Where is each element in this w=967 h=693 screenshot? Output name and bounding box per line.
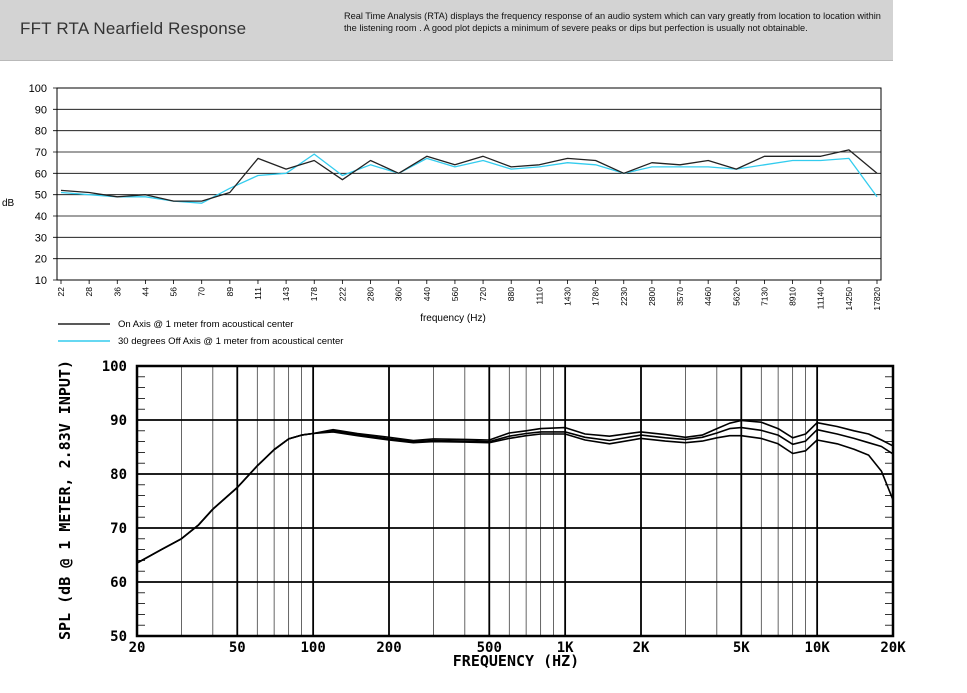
rta-x-tick-label: 44: [140, 287, 150, 297]
spl-x-tick-label: 10K: [804, 640, 830, 656]
spl-series-line-3: [136, 431, 894, 564]
spl-x-tick-label: 50: [229, 640, 246, 656]
rta-plot-frame: [56, 87, 882, 281]
legend-label-on-axis: On Axis @ 1 meter from acoustical center: [118, 319, 293, 330]
header-banner: FFT RTA Nearfield Response Real Time Ana…: [0, 0, 893, 61]
rta-x-tick-label: 14250: [844, 287, 854, 311]
spl-y-tick-label: 90: [110, 413, 127, 429]
rta-x-tick-label: 28: [84, 287, 94, 297]
rta-y-tick-label: 50: [35, 190, 47, 202]
header-description: Real Time Analysis (RTA) displays the fr…: [344, 11, 881, 33]
spl-series-line-2: [136, 426, 894, 564]
rta-x-tick-label: 560: [450, 287, 460, 301]
rta-x-tick-label: 8910: [788, 287, 798, 306]
rta-x-axis-label: frequency (Hz): [420, 313, 486, 324]
rta-x-tick-label: 3570: [675, 287, 685, 306]
rta-y-tick-label: 70: [35, 147, 47, 159]
rta-grid: [53, 87, 882, 281]
rta-chart: 10 20 30 40 50 60 70 80 90 100 22 28 36 44 56 70 89 111 1…: [2, 83, 882, 347]
spl-series-line-1: [136, 419, 894, 564]
spl-y-ticks: 50 60 70 80 90 100: [102, 359, 127, 645]
spl-y-tick-label: 50: [110, 629, 127, 645]
spl-x-tick-label: 20K: [880, 640, 906, 656]
rta-x-ticks: 22 28 36 44 56 70 89 111 143 178 222 280 360 440 560 72…: [56, 280, 882, 311]
rta-x-tick-label: 5620: [731, 287, 741, 306]
rta-x-tick-label: 7130: [759, 287, 769, 306]
rta-x-tick-label: 70: [197, 287, 207, 297]
rta-x-tick-label: 178: [309, 287, 319, 301]
page-title: FFT RTA Nearfield Response: [20, 19, 247, 38]
rta-y-tick-label: 10: [35, 275, 47, 287]
rta-x-tick-label: 4460: [703, 287, 713, 306]
rta-x-tick-label: 222: [337, 287, 347, 301]
rta-y-axis-label: dB: [2, 198, 15, 209]
on-axis-line: [60, 149, 878, 202]
rta-x-tick-label: 440: [422, 287, 432, 301]
rta-x-tick-label: 1780: [591, 287, 601, 306]
rta-x-tick-label: 2230: [619, 287, 629, 306]
rta-x-tick-label: 89: [225, 287, 235, 297]
rta-y-tick-label: 90: [35, 104, 47, 116]
rta-x-tick-label: 1110: [534, 287, 544, 305]
rta-x-tick-label: 22: [56, 287, 66, 297]
rta-series-lines: [60, 149, 878, 204]
rta-y-ticks: 10 20 30 40 50 60 70 80 90 100: [29, 83, 47, 287]
rta-x-tick-label: 143: [281, 287, 291, 301]
spl-x-tick-label: 2K: [633, 640, 650, 656]
rta-y-tick-label: 80: [35, 126, 47, 138]
spl-x-tick-label: 100: [300, 640, 325, 656]
rta-x-tick-label: 2800: [647, 287, 657, 306]
rta-y-tick-label: 100: [29, 83, 47, 95]
rta-y-tick-label: 20: [35, 254, 47, 266]
spl-y-tick-label: 70: [110, 521, 127, 537]
spl-y-tick-label: 80: [110, 467, 127, 483]
rta-x-tick-label: 11140: [816, 287, 826, 310]
rta-x-tick-label: 720: [478, 287, 488, 301]
spl-series-lines: [136, 419, 894, 564]
rta-legend: On Axis @ 1 meter from acoustical center…: [58, 319, 343, 347]
spl-chart: 5060708090100 20 50 100 200 500 1K 2K 5K 10K 20K …: [56, 359, 906, 670]
rta-x-tick-label: 1430: [562, 287, 572, 306]
spl-x-tick-label: 5K: [733, 640, 750, 656]
rta-x-tick-label: 36: [112, 287, 122, 297]
rta-x-tick-label: 17820: [872, 287, 882, 311]
rta-x-tick-label: 111: [253, 287, 263, 300]
legend-label-off-axis: 30 degrees Off Axis @ 1 meter from acous…: [118, 336, 343, 347]
spl-y-axis-label: SPL (dB @ 1 METER, 2.83V INPUT): [56, 360, 74, 640]
spl-x-tick-label: 200: [376, 640, 401, 656]
rta-y-tick-label: 60: [35, 168, 47, 180]
rta-x-tick-label: 280: [366, 287, 376, 301]
rta-x-tick-label: 360: [394, 287, 404, 301]
rta-y-tick-label: 40: [35, 211, 47, 223]
spl-y-tick-label: 60: [110, 575, 127, 591]
spl-x-tick-label: 20: [129, 640, 146, 656]
rta-x-tick-label: 56: [169, 287, 179, 297]
spl-grid: [135, 364, 895, 638]
rta-x-tick-label: 880: [506, 287, 516, 301]
rta-y-tick-label: 30: [35, 232, 47, 244]
spl-y-tick-label: 100: [102, 359, 127, 375]
spl-plot-frame: [135, 364, 895, 638]
spl-x-axis-label: FREQUENCY (HZ): [453, 652, 579, 670]
